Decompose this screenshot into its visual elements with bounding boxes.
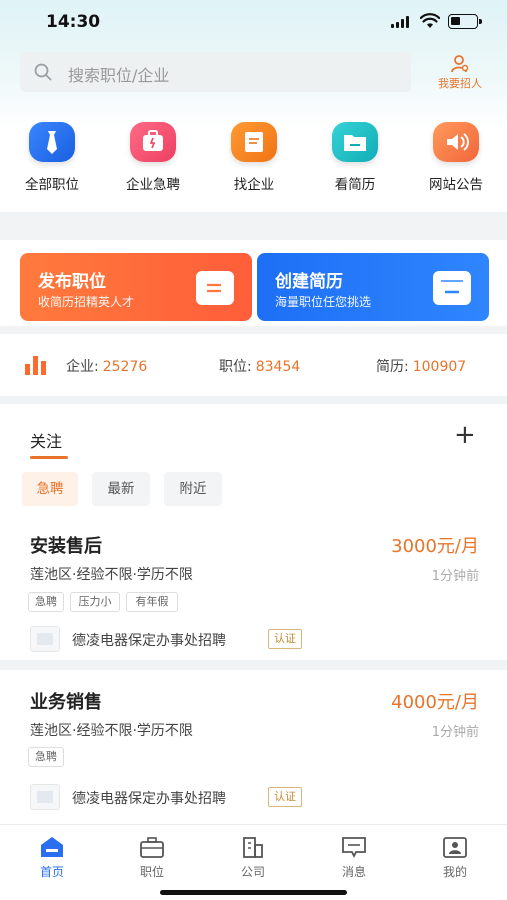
category-label: 网站公告 [429, 177, 483, 193]
category-find-company[interactable]: 找企业 [204, 122, 304, 193]
create-resume-banner[interactable]: 创建简历 海量职位任您挑选 [257, 253, 489, 321]
job-title: 安装售后 [30, 536, 102, 557]
search-icon [34, 63, 52, 81]
add-follow-button[interactable]: + [454, 422, 476, 448]
follow-tab[interactable]: 关注 [30, 428, 62, 452]
banner-title: 创建简历 [275, 272, 343, 292]
category-label: 看简历 [334, 177, 376, 193]
company-name[interactable]: 德凌电器保定办事处招聘 [72, 630, 226, 650]
job-tag: 急聘 [28, 747, 64, 767]
job-posted-time: 1分钟前 [431, 725, 479, 740]
status-bar: 14:30 [0, 0, 507, 44]
search-placeholder: 搜索职位/企业 [68, 66, 170, 85]
banner-subtitle: 海量职位任您挑选 [275, 295, 372, 309]
tab-underline [30, 456, 68, 459]
speaker-icon [433, 122, 479, 162]
job-tag: 压力小 [70, 592, 120, 612]
recruiter-icon [451, 55, 469, 73]
tab-company[interactable]: 公司 [213, 835, 293, 880]
filter-urgent[interactable]: 急聘 [22, 472, 78, 506]
action-banners: 发布职位 收简历招精英人才 创建简历 海量职位任您挑选 [0, 240, 507, 326]
job-title: 业务销售 [30, 692, 102, 713]
briefcase-icon [130, 122, 176, 162]
document-icon [196, 271, 234, 305]
category-label: 全部职位 [25, 177, 79, 193]
job-tag: 有年假 [126, 592, 178, 612]
company-logo [30, 784, 60, 810]
status-time: 14:30 [46, 12, 101, 32]
signal-icon [391, 16, 411, 28]
tab-label: 职位 [139, 865, 164, 879]
tab-label: 首页 [39, 865, 64, 879]
job-card[interactable]: 安装售后 3000元/月 莲池区·经验不限·学历不限 1分钟前 急聘 压力小 有… [0, 520, 507, 660]
job-tag: 急聘 [28, 592, 64, 612]
tab-label: 公司 [240, 865, 265, 879]
message-icon [342, 837, 366, 859]
verified-badge: 认证 [268, 629, 302, 649]
post-job-banner[interactable]: 发布职位 收简历招精英人才 [20, 253, 252, 321]
company-name[interactable]: 德凌电器保定办事处招聘 [72, 788, 226, 808]
category-label: 企业急聘 [126, 177, 180, 193]
bar-chart-icon [25, 356, 46, 375]
card-separator [0, 662, 507, 670]
briefcase-icon [140, 837, 164, 858]
job-meta: 莲池区·经验不限·学历不限 [30, 723, 193, 739]
job-posted-time: 1分钟前 [431, 569, 479, 584]
stat-jobs: 职位: 83454 [219, 359, 301, 375]
category-row: 全部职位 企业急聘 找企业 看简历 网站公告 [0, 122, 507, 202]
banner-subtitle: 收简历招精英人才 [38, 295, 135, 309]
category-urgent[interactable]: 企业急聘 [103, 122, 203, 193]
filter-nearby[interactable]: 附近 [164, 472, 222, 506]
category-all-jobs[interactable]: 全部职位 [2, 122, 102, 193]
building-icon [231, 122, 277, 162]
folder-icon [433, 271, 471, 305]
tie-icon [29, 122, 75, 162]
battery-icon [448, 14, 482, 29]
tab-label: 消息 [341, 865, 366, 879]
recruit-button[interactable]: 我要招人 [428, 54, 492, 94]
stat-resumes: 简历: 100907 [376, 359, 467, 375]
tab-messages[interactable]: 消息 [314, 835, 394, 880]
category-announcements[interactable]: 网站公告 [406, 122, 506, 193]
job-salary: 3000元/月 [391, 536, 479, 557]
category-label: 找企业 [233, 177, 275, 193]
job-meta: 莲池区·经验不限·学历不限 [30, 567, 193, 583]
tab-label: 我的 [442, 865, 467, 879]
site-stats: 企业: 25276 职位: 83454 简历: 100907 [0, 334, 507, 396]
stat-companies: 企业: 25276 [66, 359, 148, 375]
section-divider [0, 212, 507, 240]
filter-latest[interactable]: 最新 [92, 472, 150, 506]
building-icon [243, 837, 263, 858]
category-view-resume[interactable]: 看简历 [305, 122, 405, 193]
tab-profile[interactable]: 我的 [415, 835, 495, 880]
wifi-icon [420, 13, 440, 28]
search-bar[interactable]: 搜索职位/企业 [20, 52, 411, 92]
folder-icon [332, 122, 378, 162]
verified-badge: 认证 [268, 787, 302, 807]
profile-icon [443, 837, 467, 858]
home-icon [41, 837, 63, 857]
bottom-tab-bar: 首页 职位 公司 消息 我的 [0, 824, 507, 900]
tab-home[interactable]: 首页 [12, 835, 92, 880]
home-indicator [160, 890, 347, 895]
job-card[interactable]: 业务销售 4000元/月 莲池区·经验不限·学历不限 1分钟前 急聘 德凌电器保… [0, 670, 507, 824]
tab-jobs[interactable]: 职位 [112, 835, 192, 880]
recruit-label: 我要招人 [438, 77, 482, 90]
job-salary: 4000元/月 [391, 692, 479, 713]
banner-title: 发布职位 [38, 272, 106, 292]
company-logo [30, 626, 60, 652]
